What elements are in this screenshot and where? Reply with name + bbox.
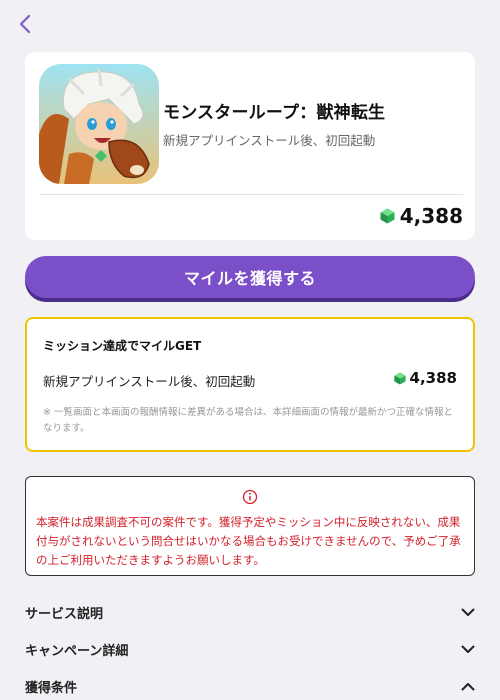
mission-note: ※ 一覧画面と本画面の報酬情報に差異がある場合は、本詳細画面の情報が最新かつ正確…	[43, 407, 453, 434]
app-title: モンスターループ：獣神転生	[163, 103, 386, 123]
app-icon[interactable]	[39, 64, 159, 184]
warning-box: 本案件は成果調査不可の案件です。獲得予定やミッション中に反映されない、成果付与が…	[25, 476, 475, 576]
accordion-label: キャンペーン詳細	[25, 643, 129, 659]
accordion-label: 獲得条件	[25, 680, 78, 696]
mission-title: ミッション達成でマイルGET	[43, 339, 202, 353]
chevron-down-icon	[461, 645, 475, 653]
mission-reward: 4,388	[393, 369, 457, 387]
gem-icon	[380, 208, 395, 224]
get-miles-button[interactable]: マイルを獲得する	[25, 256, 475, 298]
mission-box: ミッション達成でマイルGET 新規アプリインストール後、初回起動 4,388 ※…	[25, 317, 475, 452]
accordion-acquisition-conditions[interactable]: 獲得条件	[25, 674, 475, 698]
warning-text: 本案件は成果調査不可の案件です。獲得予定やミッション中に反映されない、成果付与が…	[36, 515, 461, 567]
info-icon	[242, 489, 258, 505]
accordion-service-description[interactable]: サービス説明	[25, 600, 475, 624]
mission-item-label: 新規アプリインストール後、初回起動	[43, 374, 256, 389]
chevron-up-icon	[461, 682, 475, 690]
back-button[interactable]	[14, 10, 36, 38]
mission-reward-value: 4,388	[409, 369, 457, 387]
chevron-down-icon	[461, 608, 475, 616]
chevron-left-icon	[19, 14, 31, 34]
accordion-label: サービス説明	[25, 606, 104, 622]
gem-icon	[393, 372, 406, 384]
divider	[39, 194, 463, 195]
app-subtitle: 新規アプリインストール後、初回起動	[163, 133, 376, 148]
reward-amount: 4,388	[380, 204, 463, 228]
accordion-campaign-details[interactable]: キャンペーン詳細	[25, 637, 475, 661]
app-card: モンスターループ：獣神転生 新規アプリインストール後、初回起動 4,388	[25, 52, 475, 240]
reward-value: 4,388	[399, 204, 463, 228]
